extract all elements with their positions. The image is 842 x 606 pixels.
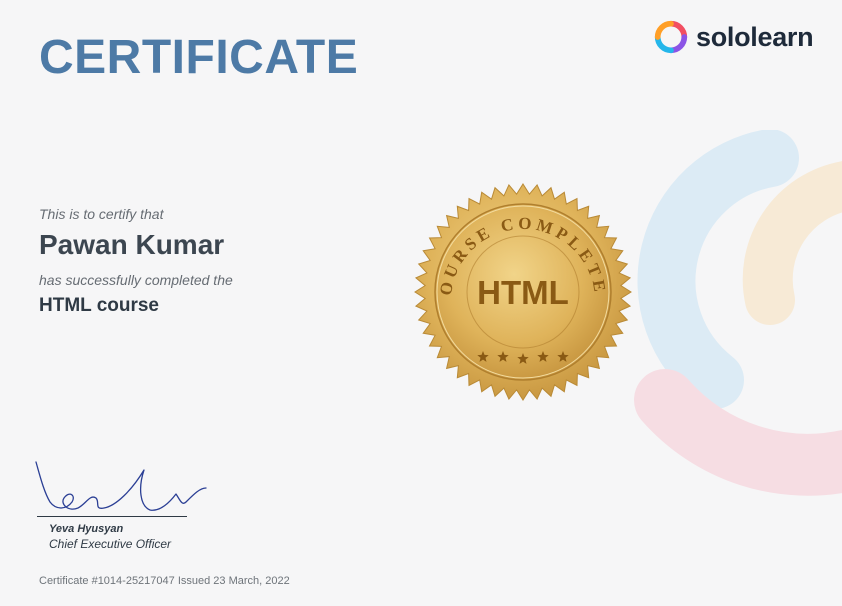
signature-line (37, 516, 187, 517)
seal-course-label: HTML (477, 274, 569, 311)
sololearn-logo-icon (654, 20, 688, 54)
course-name: HTML course (39, 295, 160, 316)
course-completed-seal: COURSE COMPLETED HTML (414, 183, 632, 401)
recipient-name: Pawan Kumar (39, 229, 225, 260)
certificate-title: CERTIFICATE (39, 31, 359, 84)
brand-name: sololearn (696, 21, 814, 52)
completion-text: has successfully completed the (39, 272, 233, 288)
certificate-page: CERTIFICATE sololearn This is to certify… (0, 0, 842, 606)
signatory-name: Yeva Hyusyan (49, 523, 124, 535)
signature-image (35, 461, 207, 511)
brand-logo: sololearn (652, 18, 814, 56)
certify-intro-text: This is to certify that (39, 206, 164, 222)
signatory-title: Chief Executive Officer (49, 537, 172, 551)
certificate-number-and-date: Certificate #1014-25217047 Issued 23 Mar… (39, 575, 290, 587)
decorative-background-rings (634, 130, 842, 496)
